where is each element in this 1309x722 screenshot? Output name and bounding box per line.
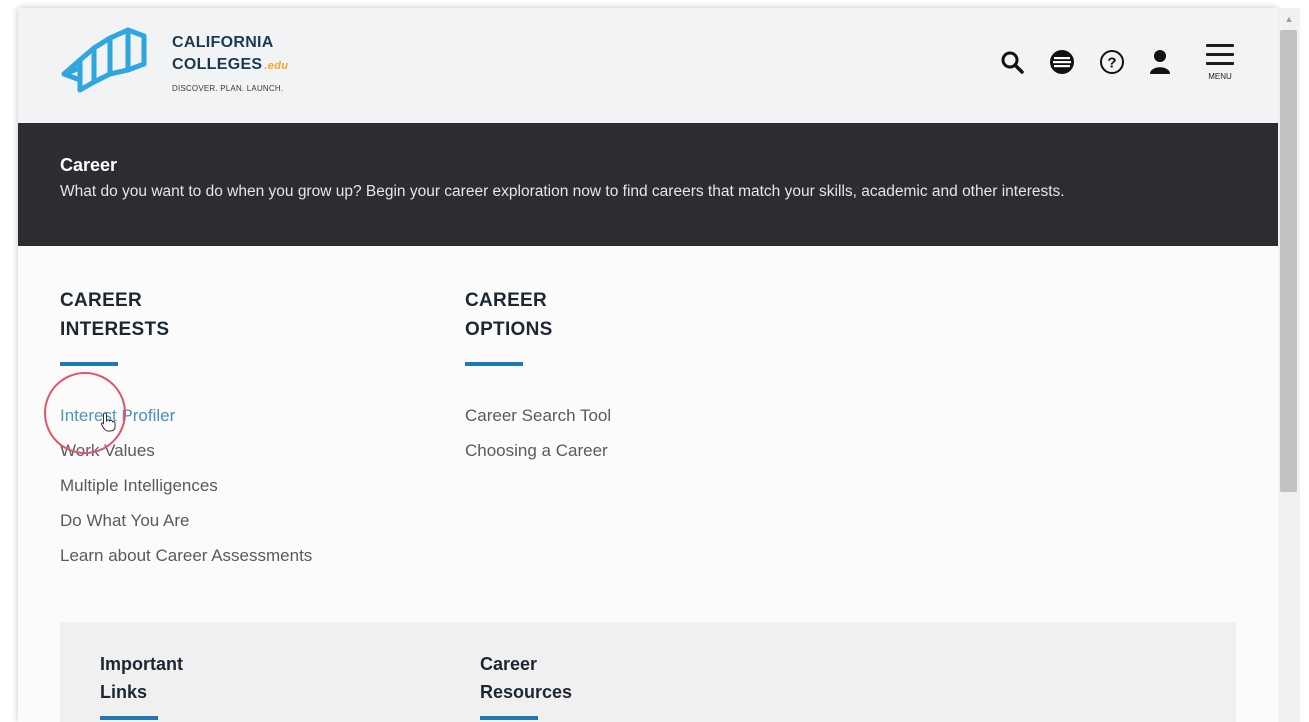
career-search-tool-link[interactable]: Career Search Tool [465,398,611,433]
career-resources-section: Career Resources [480,650,572,720]
page-title: Career [60,155,118,175]
site-header: CALIFORNIA COLLEGES .edu DISCOVER. PLAN. … [18,8,1278,123]
important-links-section: Important Links [100,650,183,720]
choosing-a-career-link[interactable]: Choosing a Career [465,433,611,468]
scrollbar-thumb[interactable] [1280,30,1297,492]
menu-button[interactable]: MENU [1202,40,1238,84]
globe-icon[interactable] [1048,48,1076,76]
page-banner: Career What do you want to do when you g… [18,123,1278,246]
help-icon[interactable]: ? [1098,48,1126,76]
vertical-scrollbar[interactable]: ▲ [1278,8,1300,722]
resources-panel: Important Links Career Resources [60,622,1236,722]
multiple-intelligences-link[interactable]: Multiple Intelligences [60,468,312,503]
section-title-line2: OPTIONS [465,319,553,340]
browser-page: CALIFORNIA COLLEGES .edu DISCOVER. PLAN. … [18,8,1278,722]
section-divider [100,716,158,720]
svg-text:?: ? [1107,55,1116,72]
hand-cursor-icon [100,412,116,432]
do-what-you-are-link[interactable]: Do What You Are [60,503,312,538]
section-title-line2: INTERESTS [60,319,170,340]
logo-mark-icon [61,27,147,93]
section-divider [465,362,523,366]
logo-title-line1: CALIFORNIA [172,34,274,51]
user-icon[interactable] [1146,48,1174,76]
search-icon[interactable] [998,48,1026,76]
page-description: What do you want to do when you grow up?… [60,183,1065,200]
logo-tagline: DISCOVER. PLAN. LAUNCH. [172,84,284,93]
learn-about-career-assessments-link[interactable]: Learn about Career Assessments [60,538,312,573]
site-logo[interactable]: CALIFORNIA COLLEGES .edu DISCOVER. PLAN. … [58,24,348,106]
menu-label: MENU [1208,72,1232,81]
section-title-line1: CAREER [60,290,143,311]
section-divider [480,716,538,720]
panel-title-line1: Career [480,654,538,674]
panel-title-line1: Important [100,654,183,674]
section-divider [60,362,118,366]
career-options-section: CAREER OPTIONS Career Search Tool Choosi… [465,286,611,468]
panel-title-line2: Links [100,682,148,702]
scroll-up-arrow-icon[interactable]: ▲ [1278,12,1300,26]
hamburger-icon [1206,44,1234,71]
logo-title-line2: COLLEGES .edu [172,56,288,74]
logo-edu-suffix: .edu [264,60,289,72]
section-title-line1: CAREER [465,290,548,311]
panel-title-line2: Resources [480,682,573,702]
logo-title-colleges: COLLEGES [172,56,263,73]
header-icons: ? MENU [998,40,1238,86]
